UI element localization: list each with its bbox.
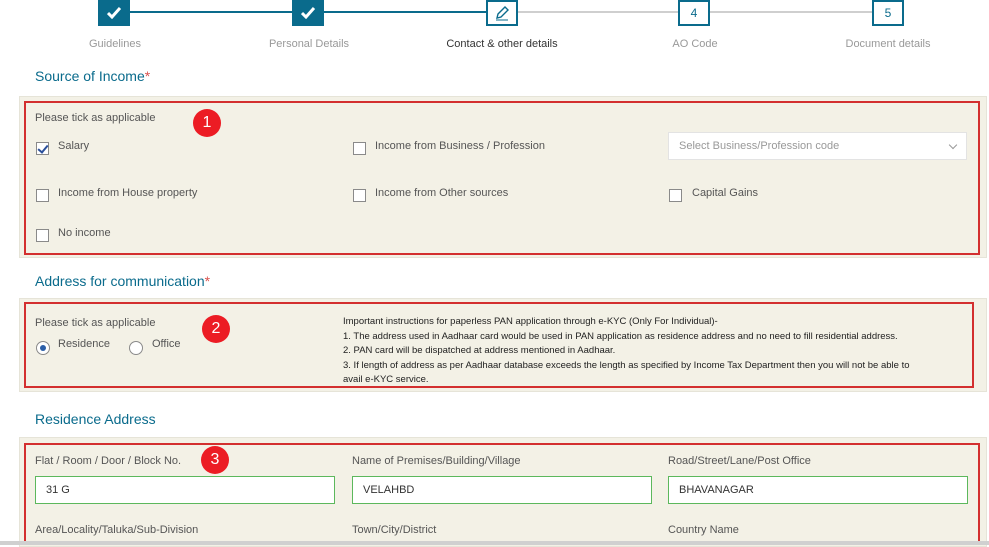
ekyc-instructions: Important instructions for paperless PAN… <box>343 315 983 388</box>
no-income-checkbox[interactable] <box>36 229 49 242</box>
capital-gains-checkbox[interactable] <box>669 189 682 202</box>
chevron-down-icon <box>948 140 958 150</box>
salary-checkbox[interactable] <box>36 142 49 155</box>
step-4-number-text: 4 <box>690 6 698 20</box>
residence-radio[interactable] <box>36 341 50 355</box>
address-title-text: Address for communication <box>35 273 205 289</box>
business-label: Income from Business / Profession <box>375 140 545 152</box>
capital-gains-label: Capital Gains <box>692 187 759 199</box>
instruction-line-2: 2. PAN card will be dispatched at addres… <box>343 345 616 356</box>
flat-input[interactable]: 31 G <box>35 476 335 504</box>
instruction-line-4: avail e-KYC service. <box>343 374 429 385</box>
address-tick-label: Please tick as applicable <box>35 317 156 329</box>
office-label: Office <box>152 338 181 350</box>
flat-label: Flat / Room / Door / Block No. <box>35 455 182 467</box>
business-code-select[interactable]: Select Business/Profession code <box>668 132 967 160</box>
highlight-box-1 <box>24 101 980 255</box>
step-5-number[interactable]: 5 <box>872 0 904 26</box>
horizontal-scrollbar[interactable] <box>0 541 989 545</box>
instruction-line-1: 1. The address used in Aadhaar card woul… <box>343 330 898 342</box>
step-4-number[interactable]: 4 <box>678 0 710 26</box>
instruction-heading: Important instructions for paperless PAN… <box>343 316 718 327</box>
annotation-badge-1: 1 <box>193 109 221 137</box>
other-sources-checkbox[interactable] <box>353 189 366 202</box>
required-mark: * <box>204 273 211 289</box>
stepper-line-2 <box>324 11 486 13</box>
salary-label: Salary <box>58 140 90 152</box>
annotation-badge-2: 2 <box>202 315 230 343</box>
premises-label: Name of Premises/Building/Village <box>352 455 521 467</box>
step-1-check-icon[interactable] <box>98 0 130 26</box>
town-label: Town/City/District <box>352 524 437 536</box>
instruction-line-3: 3. If length of address as per Aadhaar d… <box>343 359 910 371</box>
step-2-check-icon[interactable] <box>292 0 324 26</box>
step-2-label: Personal Details <box>268 38 350 50</box>
annotation-badge-3: 3 <box>201 446 229 474</box>
premises-input[interactable]: VELAHBD <box>352 476 652 504</box>
business-code-placeholder: Select Business/Profession code <box>679 140 840 152</box>
stepper-line-3 <box>518 11 678 13</box>
step-5-number-text: 5 <box>884 6 892 20</box>
step-1-label: Guidelines <box>89 38 141 50</box>
business-checkbox[interactable] <box>353 142 366 155</box>
residence-section-title: Residence Address <box>35 411 156 427</box>
road-label: Road/Street/Lane/Post Office <box>668 455 811 467</box>
country-label: Country Name <box>668 524 739 536</box>
house-property-label: Income from House property <box>58 187 198 199</box>
no-income-label: No income <box>58 227 111 239</box>
income-tick-label: Please tick as applicable <box>35 112 156 124</box>
other-sources-label: Income from Other sources <box>375 187 509 199</box>
house-property-checkbox[interactable] <box>36 189 49 202</box>
step-3-pencil-icon[interactable] <box>486 0 518 26</box>
stepper-line-4 <box>710 11 872 13</box>
office-radio[interactable] <box>129 341 143 355</box>
step-4-label: AO Code <box>672 38 718 50</box>
income-title-text: Source of Income <box>35 68 145 84</box>
road-input[interactable]: BHAVANAGAR <box>668 476 968 504</box>
step-3-label: Contact & other details <box>446 38 558 50</box>
residence-label: Residence <box>58 338 110 350</box>
income-section-title: Source of Income* <box>35 68 150 84</box>
stepper-line-1 <box>130 11 294 13</box>
area-label: Area/Locality/Taluka/Sub-Division <box>35 524 199 536</box>
required-mark: * <box>144 68 151 84</box>
step-5-label: Document details <box>845 38 931 50</box>
address-section-title: Address for communication* <box>35 273 210 289</box>
